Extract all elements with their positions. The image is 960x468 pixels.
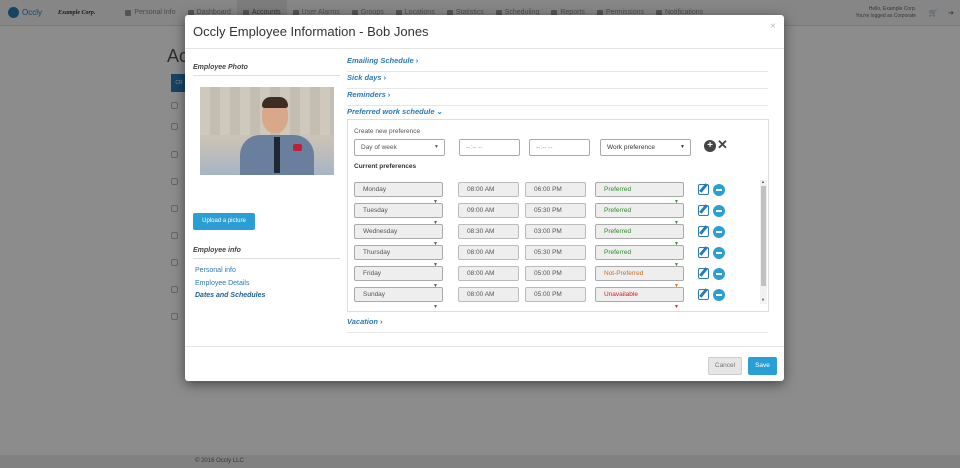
row-preference-select[interactable]: Not-Preferred ▼ [595,266,684,289]
row-preference-value: Preferred [604,249,632,256]
caret-down-icon: ▼ [674,304,679,310]
badge-icon [293,144,302,151]
end-time-input[interactable]: --:-- -- [529,139,590,156]
row-day-value: Sunday [363,291,386,298]
caret-down-icon: ▼ [680,144,685,150]
add-circle-icon[interactable]: + [704,140,716,152]
preference-row: Monday ▼ 08:00 AM 06:00 PM Preferred ▼ [185,182,784,205]
preference-type-select[interactable]: Work preference ▼ [600,139,691,156]
sick-days-section[interactable]: Sick days › [347,72,768,89]
chevron-right-icon: › [379,317,383,326]
preference-row: Sunday ▼ 08:00 AM 05:00 PM Unavailable ▼ [185,287,784,310]
preference-row: Tuesday ▼ 09:00 AM 05:30 PM Preferred ▼ [185,203,784,226]
current-preferences-label: Current preferences [354,163,417,170]
row-preference-value: Unavailable [604,291,638,298]
row-preference-select[interactable]: Preferred ▼ [595,182,684,205]
row-start-time[interactable]: 08:30 AM [458,224,519,239]
modal-footer: Cancel Save [185,346,784,381]
employee-info-modal: Occly Employee Information - Bob Jones ×… [185,15,784,381]
modal-title: Occly Employee Information - Bob Jones [193,24,429,39]
day-of-week-select[interactable]: Day of week ▼ [354,139,445,156]
row-end-time[interactable]: 05:30 PM [525,203,586,218]
remove-circle-icon[interactable] [713,289,725,301]
remove-circle-icon[interactable] [713,268,725,280]
emailing-schedule-header[interactable]: Emailing Schedule [347,56,414,65]
vacation-header[interactable]: Vacation [347,317,378,326]
chevron-right-icon: › [383,73,387,82]
row-preference-value: Preferred [604,228,632,235]
reminders-section[interactable]: Reminders › [347,89,768,106]
chevron-right-icon: › [387,90,391,99]
preference-row: Friday ▼ 08:00 AM 05:00 PM Not-Preferred ▼ [185,266,784,289]
preference-row: Thursday ▼ 08:00 AM 05:30 PM Preferred ▼ [185,245,784,268]
row-day-select[interactable]: Monday ▼ [354,182,443,205]
row-day-value: Wednesday [363,228,398,235]
row-end-time[interactable]: 05:00 PM [525,266,586,281]
row-day-select[interactable]: Tuesday ▼ [354,203,443,226]
row-day-select[interactable]: Wednesday ▼ [354,224,443,247]
row-start-time[interactable]: 08:00 AM [458,287,519,302]
row-day-value: Thursday [363,249,391,256]
edit-icon[interactable] [698,289,709,300]
remove-circle-icon[interactable] [713,184,725,196]
row-end-time[interactable]: 05:30 PM [525,245,586,260]
modal-header: Occly Employee Information - Bob Jones × [185,15,784,49]
row-day-value: Friday [363,270,382,277]
preferred-work-schedule-header[interactable]: Preferred work schedule [347,107,435,116]
row-day-select[interactable]: Thursday ▼ [354,245,443,268]
row-end-time[interactable]: 03:00 PM [525,224,586,239]
employee-photo-label: Employee Photo [193,64,340,76]
sick-days-header[interactable]: Sick days [347,73,382,82]
edit-icon[interactable] [698,268,709,279]
row-day-select[interactable]: Friday ▼ [354,266,443,289]
row-day-select[interactable]: Sunday ▼ [354,287,443,310]
caret-down-icon: ▼ [434,144,439,150]
close-icon[interactable]: × [770,21,776,32]
row-preference-select[interactable]: Preferred ▼ [595,203,684,226]
edit-icon[interactable] [698,184,709,195]
row-start-time[interactable]: 08:00 AM [458,182,519,197]
reminders-header[interactable]: Reminders [347,90,386,99]
row-end-time[interactable]: 05:00 PM [525,287,586,302]
row-preference-value: Preferred [604,207,632,214]
cancel-button[interactable]: Cancel [708,357,742,375]
scrollbar-thumb[interactable] [761,186,766,286]
row-preference-select[interactable]: Preferred ▼ [595,224,684,247]
save-button[interactable]: Save [748,357,777,375]
caret-down-icon: ▼ [433,304,438,310]
edit-icon[interactable] [698,247,709,258]
row-start-time[interactable]: 08:00 AM [458,266,519,281]
scroll-up-icon[interactable]: ▲ [761,179,765,184]
remove-circle-icon[interactable] [713,247,725,259]
preference-row: Wednesday ▼ 08:30 AM 03:00 PM Preferred ▼ [185,224,784,247]
chevron-right-icon: › [415,56,419,65]
row-preference-value: Not-Preferred [604,270,644,277]
chevron-down-icon: ⌄ [436,107,443,116]
row-start-time[interactable]: 09:00 AM [458,203,519,218]
row-preference-value: Preferred [604,186,632,193]
preference-type-value: Work preference [607,144,655,151]
edit-icon[interactable] [698,226,709,237]
vacation-section[interactable]: Vacation › [347,316,768,333]
clear-x-icon[interactable]: ✕ [717,137,728,153]
row-preference-select[interactable]: Preferred ▼ [595,245,684,268]
create-new-preference-label: Create new preference [354,128,421,135]
emailing-schedule-section[interactable]: Emailing Schedule › [347,55,768,72]
employee-photo [200,87,334,175]
preferences-scrollbar[interactable]: ▲ ▼ [760,179,767,304]
row-day-value: Monday [363,186,387,193]
row-day-value: Tuesday [363,207,388,214]
scroll-down-icon[interactable]: ▼ [761,297,765,302]
edit-icon[interactable] [698,205,709,216]
row-end-time[interactable]: 06:00 PM [525,182,586,197]
remove-circle-icon[interactable] [713,226,725,238]
row-preference-select[interactable]: Unavailable ▼ [595,287,684,310]
remove-circle-icon[interactable] [713,205,725,217]
start-time-input[interactable]: --:-- -- [459,139,520,156]
row-start-time[interactable]: 08:00 AM [458,245,519,260]
employee-photo-section: Employee Photo [193,64,340,76]
day-of-week-value: Day of week [361,144,397,151]
